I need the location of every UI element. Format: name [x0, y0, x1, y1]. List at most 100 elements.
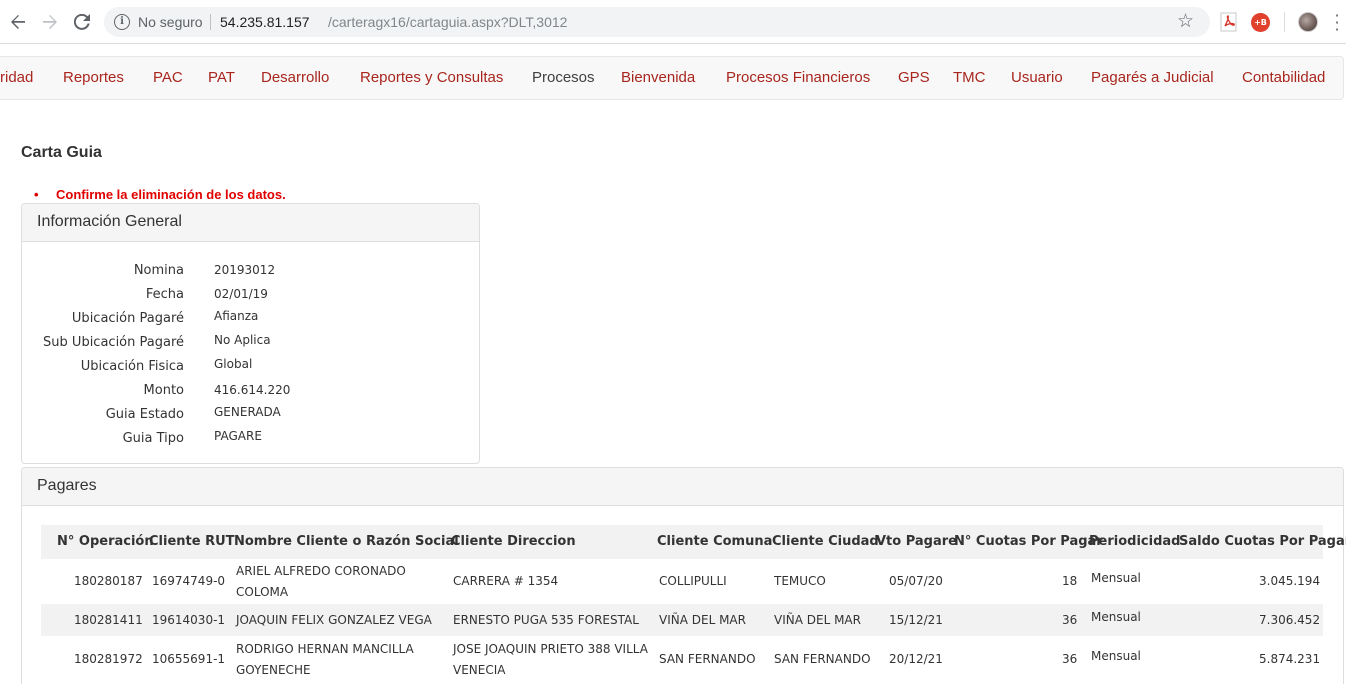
field-value-ubicacion-fisica: Global — [214, 357, 253, 371]
info-icon[interactable]: i — [114, 14, 130, 30]
cell-operacion: 180280187 — [74, 574, 143, 588]
cell-nombre: ARIEL ALFREDO CORONADO COLOMA — [236, 564, 406, 599]
main-nav-bar: ridad Reportes PAC PAT Desarrollo Report… — [0, 56, 1344, 100]
field-value-fecha: 02/01/19 — [214, 287, 268, 301]
col-header-periodicidad[interactable]: Periodicidad — [1089, 534, 1180, 549]
nav-item-contabilidad[interactable]: Contabilidad — [1242, 69, 1325, 86]
nav-item-procesos-financieros[interactable]: Procesos Financieros — [726, 69, 870, 86]
field-label-ubicacion-fisica: Ubicación Fisica — [80, 359, 184, 374]
nav-item-pac[interactable]: PAC — [153, 69, 183, 86]
col-header-vto[interactable]: Vto Pagare — [876, 534, 957, 549]
col-header-operacion[interactable]: N° Operación — [57, 534, 154, 549]
panel-heading: Pagares — [22, 468, 1343, 506]
nav-item-procesos[interactable]: Procesos — [532, 69, 595, 86]
field-value-ubicacion-pagare: Afianza — [214, 309, 259, 323]
info-general-panel: Información General Nomina 20193012 Fech… — [21, 203, 480, 464]
cell-ciudad: VIÑA DEL MAR — [774, 613, 861, 627]
url-host[interactable]: 54.235.81.157 — [220, 14, 310, 30]
address-bar[interactable]: i No seguro 54.235.81.157 /carteragx16/c… — [104, 7, 1210, 37]
cell-rut: 16974749-0 — [152, 574, 226, 588]
cell-vto: 15/12/21 — [889, 613, 943, 627]
table-header: N° Operación Cliente RUT Nombre Cliente … — [41, 525, 1346, 559]
cell-cuotas: 36 — [1062, 652, 1078, 666]
panel-title: Pagares — [37, 477, 97, 494]
nav-item-pat[interactable]: PAT — [208, 69, 235, 86]
nav-item-usuario[interactable]: Usuario — [1011, 69, 1063, 86]
nav-item-pagares-judicial[interactable]: Pagarés a Judicial — [1091, 69, 1214, 86]
cell-periodicidad: Mensual — [1091, 571, 1141, 585]
field-label-monto: Monto — [143, 383, 184, 398]
extension-badge-icon[interactable]: +B — [1251, 13, 1270, 32]
nav-item-gps[interactable]: GPS — [898, 69, 930, 86]
cell-rut: 19614030-1 — [152, 613, 226, 627]
col-header-ciudad[interactable]: Cliente Ciudad — [772, 534, 879, 549]
cell-direccion: ERNESTO PUGA 535 FORESTAL — [453, 613, 639, 627]
page-title: Carta Guia — [21, 144, 102, 161]
cell-ciudad: TEMUCO — [774, 574, 826, 588]
field-value-guia-estado: GENERADA — [214, 405, 281, 419]
cell-comuna: SAN FERNANDO — [659, 652, 756, 666]
field-label-ubicacion-pagare: Ubicación Pagaré — [71, 311, 184, 326]
col-header-comuna[interactable]: Cliente Comuna — [657, 534, 772, 549]
table-row: 180281411 19614030-1 JOAQUIN FELIX GONZA… — [41, 604, 1323, 636]
cell-comuna: COLLIPULLI — [659, 574, 727, 588]
field-label-guia-estado: Guia Estado — [105, 407, 184, 422]
col-header-direccion[interactable]: Cliente Direccion — [451, 534, 576, 549]
cell-vto: 05/07/20 — [889, 574, 943, 588]
panel-heading: Información General — [22, 204, 479, 242]
cell-nombre: RODRIGO HERNAN MANCILLA GOYENECHE — [236, 642, 414, 677]
cell-operacion: 180281972 — [74, 652, 143, 666]
field-label-fecha: Fecha — [145, 287, 184, 302]
cell-saldo: 7.306.452 — [1259, 613, 1321, 627]
bullet-icon: • — [34, 187, 39, 202]
cell-saldo: 3.045.194 — [1259, 574, 1321, 588]
cell-direccion: JOSE JOAQUIN PRIETO 388 VILLA VENECIA — [453, 642, 648, 677]
nav-item-reportes-consultas[interactable]: Reportes y Consultas — [360, 69, 503, 86]
col-header-saldo[interactable]: Saldo Cuotas Por Pagar — [1179, 534, 1346, 549]
cell-ciudad: SAN FERNANDO — [774, 652, 871, 666]
reload-icon[interactable] — [70, 10, 94, 34]
url-path[interactable]: /carteragx16/cartaguia.aspx?DLT,3012 — [328, 14, 567, 30]
nav-item-tmc[interactable]: TMC — [953, 69, 986, 86]
field-label-nomina: Nomina — [133, 263, 184, 278]
security-label[interactable]: No seguro — [138, 14, 203, 30]
browser-menu-icon[interactable]: · · · — [1334, 8, 1340, 38]
browser-toolbar: i No seguro 54.235.81.157 /carteragx16/c… — [0, 0, 1346, 44]
field-label-guia-tipo: Guia Tipo — [122, 431, 184, 446]
table-row: 180281972 10655691-1 RODRIGO HERNAN MANC… — [41, 636, 1323, 682]
col-header-cuotas[interactable]: N° Cuotas Por Pagar — [954, 534, 1103, 549]
url-separator — [210, 14, 211, 30]
profile-avatar[interactable] — [1298, 12, 1318, 32]
cell-vto: 20/12/21 — [889, 652, 943, 666]
nav-item-reportes[interactable]: Reportes — [63, 69, 124, 86]
cell-periodicidad: Mensual — [1091, 610, 1141, 624]
error-message: Confirme la eliminación de los datos. — [56, 187, 286, 202]
cell-rut: 10655691-1 — [152, 652, 226, 666]
nav-item-seguridad[interactable]: ridad — [0, 69, 33, 86]
toolbar-separator — [1284, 12, 1285, 32]
field-value-nomina: 20193012 — [214, 263, 276, 277]
back-arrow-icon[interactable] — [6, 10, 30, 34]
cell-cuotas: 36 — [1062, 613, 1078, 627]
field-value-sub-ubicacion: No Aplica — [214, 333, 271, 347]
cell-operacion: 180281411 — [74, 613, 143, 627]
cell-nombre: JOAQUIN FELIX GONZALEZ VEGA — [236, 613, 432, 627]
nav-item-bienvenida[interactable]: Bienvenida — [621, 69, 695, 86]
col-header-rut[interactable]: Cliente RUT — [149, 534, 235, 549]
bookmark-star-icon[interactable]: ☆ — [1177, 10, 1194, 32]
cell-saldo: 5.874.231 — [1259, 652, 1321, 666]
nav-item-desarrollo[interactable]: Desarrollo — [261, 69, 329, 86]
cell-periodicidad: Mensual — [1091, 649, 1141, 663]
pdf-extension-icon[interactable] — [1219, 12, 1239, 32]
cell-cuotas: 18 — [1062, 574, 1078, 588]
col-header-nombre[interactable]: Nombre Cliente o Razón Social — [234, 534, 459, 549]
field-label-sub-ubicacion: Sub Ubicación Pagaré — [43, 335, 184, 350]
panel-title: Información General — [37, 213, 182, 230]
table-row: 180280187 16974749-0 ARIEL ALFREDO CORON… — [41, 559, 1323, 604]
field-value-monto: 416.614.220 — [214, 383, 291, 397]
cell-direccion: CARRERA # 1354 — [453, 574, 559, 588]
pagares-panel: Pagares N° Operación Cliente RUT Nombre … — [21, 467, 1346, 684]
field-value-guia-tipo: PAGARE — [214, 429, 262, 443]
forward-arrow-icon[interactable] — [38, 10, 62, 34]
cell-comuna: VIÑA DEL MAR — [659, 613, 746, 627]
